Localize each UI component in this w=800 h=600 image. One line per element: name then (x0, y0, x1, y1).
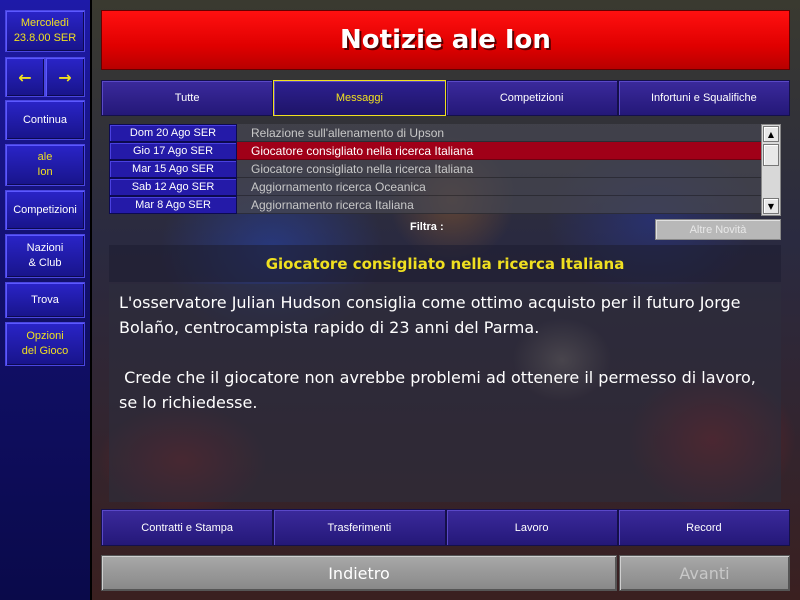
other-news-button[interactable]: Altre Novità (655, 219, 781, 240)
sidebar-item-competitions[interactable]: Competizioni (5, 190, 85, 230)
sidebar-item-continue[interactable]: Continua (5, 100, 85, 140)
message-paragraph: Crede che il giocatore non avrebbe probl… (119, 368, 761, 412)
filter-label: Filtra : (410, 221, 444, 233)
message-date: Mar 8 Ago SER (109, 196, 237, 214)
message-subject: Giocatore consigliato nella ricerca Ital… (237, 142, 761, 160)
sidebar-item-label: Nazioni (26, 242, 64, 254)
list-item[interactable]: Gio 17 Ago SER Giocatore consigliato nel… (109, 142, 761, 160)
sidebar-item-label: Competizioni (13, 203, 77, 216)
page-title: Notizie ale Ion (340, 25, 551, 55)
message-date: Gio 17 Ago SER (109, 142, 237, 160)
list-item[interactable]: Mar 8 Ago SER Aggiornamento ricerca Ital… (109, 196, 761, 214)
current-weekday: Mercoledì (20, 17, 70, 29)
scroll-down-icon[interactable]: ▼ (763, 198, 779, 214)
tab-job[interactable]: Lavoro (445, 509, 618, 546)
tab-records[interactable]: Record (617, 509, 790, 546)
list-item[interactable]: Dom 20 Ago SER Relazione sull'allenament… (109, 124, 761, 142)
message-body: L'osservatore Julian Hudson consiglia co… (109, 284, 781, 502)
section-tabs: Contratti e Stampa Trasferimenti Lavoro … (101, 509, 790, 546)
sidebar-item-label: ale (37, 151, 53, 163)
message-subject: Giocatore consigliato nella ricerca Ital… (237, 160, 761, 178)
sidebar-item-team[interactable]: ale Ion (5, 144, 85, 186)
scroll-thumb[interactable] (763, 144, 779, 166)
message-date: Dom 20 Ago SER (109, 124, 237, 142)
message-list: Dom 20 Ago SER Relazione sull'allenament… (109, 124, 761, 216)
message-title: Giocatore consigliato nella ricerca Ital… (265, 254, 625, 273)
message-subject: Aggiornamento ricerca Oceanica (237, 178, 761, 196)
scroll-up-icon[interactable]: ▲ (763, 126, 779, 142)
tab-injuries-suspensions[interactable]: Infortuni e Squalifiche (617, 80, 790, 116)
message-date: Sab 12 Ago SER (109, 178, 237, 196)
tab-messages[interactable]: Messaggi (273, 80, 446, 116)
message-subject: Relazione sull'allenamento di Upson (237, 124, 761, 142)
history-arrows: ← → (5, 57, 85, 97)
back-button[interactable]: Indietro (101, 555, 617, 591)
message-list-scrollbar[interactable]: ▲ ▼ (761, 124, 781, 216)
sidebar: Mercoledì 23.8.00 SER ← → Continua ale I… (0, 0, 92, 600)
back-arrow-icon[interactable]: ← (5, 57, 45, 97)
sidebar-item-game-options[interactable]: Opzioni del Gioco (5, 322, 85, 366)
forward-arrow-icon[interactable]: → (45, 57, 85, 97)
page-header: Notizie ale Ion (101, 10, 790, 70)
tab-contracts-press[interactable]: Contratti e Stampa (101, 509, 274, 546)
message-paragraph: L'osservatore Julian Hudson consiglia co… (119, 293, 741, 337)
forward-button[interactable]: Avanti (619, 555, 790, 591)
message-subject: Aggiornamento ricerca Italiana (237, 196, 761, 214)
tab-transfers[interactable]: Trasferimenti (273, 509, 446, 546)
sidebar-item-label: Trova (31, 293, 59, 306)
current-date-value: 23.8.00 SER (13, 32, 77, 44)
message-title-bar: Giocatore consigliato nella ricerca Ital… (109, 245, 781, 282)
sidebar-item-label: del Gioco (21, 345, 69, 357)
tab-all[interactable]: Tutte (101, 80, 274, 116)
sidebar-item-label: Continua (22, 113, 68, 126)
tab-competitions[interactable]: Competizioni (445, 80, 618, 116)
current-date: Mercoledì 23.8.00 SER (5, 10, 85, 52)
list-item[interactable]: Mar 15 Ago SER Giocatore consigliato nel… (109, 160, 761, 178)
sidebar-item-label: & Club (28, 257, 62, 269)
sidebar-item-label: Opzioni (26, 330, 64, 342)
sidebar-item-nations-clubs[interactable]: Nazioni & Club (5, 234, 85, 278)
sidebar-item-label: Ion (37, 166, 53, 178)
sidebar-item-search[interactable]: Trova (5, 282, 85, 318)
message-date: Mar 15 Ago SER (109, 160, 237, 178)
news-tabs: Tutte Messaggi Competizioni Infortuni e … (101, 80, 790, 116)
list-item[interactable]: Sab 12 Ago SER Aggiornamento ricerca Oce… (109, 178, 761, 196)
